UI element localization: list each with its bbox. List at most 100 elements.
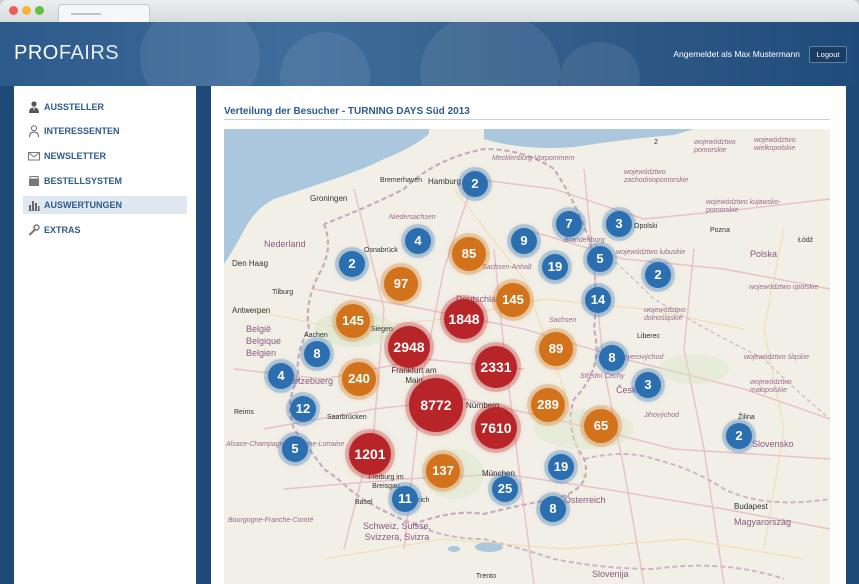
visitor-cluster-marker[interactable]: 65 (584, 409, 618, 443)
visitor-cluster-marker[interactable]: 7610 (475, 407, 517, 449)
map-label-city: Basel (355, 499, 373, 506)
envelope-icon (28, 152, 40, 161)
visitor-cluster-marker[interactable]: 8 (304, 341, 330, 367)
map-label-country: Österreich (564, 495, 606, 505)
map-label-region: Sachsen (549, 317, 577, 324)
visitor-cluster-marker[interactable]: 2331 (475, 346, 517, 388)
sidebar-item-interessenten[interactable]: INTERESSENTEN (23, 122, 187, 140)
visitor-cluster-marker[interactable]: 2948 (388, 326, 430, 368)
visitor-cluster-marker[interactable]: 1201 (349, 433, 391, 475)
sidebar-item-label: INTERESSENTEN (44, 126, 120, 136)
logo-pro: PRO (14, 42, 59, 64)
visitor-cluster-marker[interactable]: 289 (531, 388, 565, 422)
map-label-region: województwo kujawsko-pomorskie (706, 199, 781, 214)
visitor-cluster-marker[interactable]: 85 (452, 237, 486, 271)
visitor-cluster-marker[interactable]: 145 (496, 283, 530, 317)
sidebar-item-extras[interactable]: EXTRAS (23, 221, 187, 239)
visitor-cluster-marker[interactable]: 1848 (444, 299, 484, 339)
logout-button[interactable]: Logout (809, 46, 847, 63)
visitor-cluster-marker[interactable]: 14 (585, 287, 611, 313)
map-label-country: Belgien (246, 348, 277, 358)
profairs-logo[interactable]: PROFAIRS (14, 42, 119, 65)
map-label-country: Slovenija (592, 569, 629, 579)
visitor-cluster-marker[interactable]: 145 (336, 304, 370, 338)
visitor-cluster-marker[interactable]: 8772 (409, 378, 463, 432)
map-label-city: Den Haag (232, 259, 269, 268)
visitor-cluster-marker[interactable]: 2 (339, 251, 365, 277)
map-label-region: województwo małopolskie (750, 379, 792, 394)
user-outline-icon (29, 125, 39, 138)
map-label-region: województwo śląskie (744, 354, 809, 361)
visitor-cluster-marker[interactable]: 8 (540, 496, 566, 522)
map-label-region: województwo opolskie (749, 284, 819, 291)
map-label-region: Niedersachsen (389, 214, 436, 221)
header-photo-shape (280, 32, 370, 86)
visitor-cluster-marker[interactable]: 12 (290, 396, 316, 422)
visitor-cluster-marker[interactable]: 240 (342, 362, 376, 396)
map-label-city: Trento (476, 573, 496, 580)
sidebar-item-auswertungen[interactable]: AUSWERTUNGEN (23, 196, 187, 214)
sidebar-item-aussteller[interactable]: AUSSTELLER (23, 98, 187, 116)
visitor-cluster-marker[interactable]: 5 (587, 246, 613, 272)
browser-tab[interactable] (58, 4, 150, 23)
visitor-cluster-marker[interactable]: 5 (282, 436, 308, 462)
tab-placeholder (71, 13, 101, 15)
visitor-cluster-marker[interactable]: 9 (511, 228, 537, 254)
visitor-cluster-marker[interactable]: 3 (635, 372, 661, 398)
map-label-city: Reims (234, 409, 254, 416)
close-window-icon[interactable] (9, 6, 18, 15)
header-photo-shape (420, 22, 560, 86)
minimize-window-icon[interactable] (22, 6, 31, 15)
sidebar-item-label: NEWSLETTER (44, 151, 106, 161)
map-label-country: Lëtzebuerg (288, 376, 334, 386)
cart-icon (29, 176, 39, 186)
visitor-cluster-marker[interactable]: 4 (268, 363, 294, 389)
map-label-region: Mecklenburg-Vorpommern (492, 155, 575, 162)
sidebar: AUSSTELLER INTERESSENTEN NEWSLETTER BEST… (14, 86, 196, 584)
visitor-cluster-marker[interactable]: 3 (606, 211, 632, 237)
visitor-cluster-marker[interactable]: 137 (426, 454, 460, 488)
visitor-cluster-marker[interactable]: 2 (645, 262, 671, 288)
map-label-city: Žilina (738, 414, 755, 421)
page-title: Verteilung der Besucher - TURNING DAYS S… (224, 106, 470, 117)
header-photo-shape (140, 22, 260, 86)
title-divider (224, 119, 830, 120)
visitor-cluster-marker[interactable]: 11 (392, 486, 418, 512)
map-label-city: Opolski (634, 223, 658, 230)
main-content: Verteilung der Besucher - TURNING DAYS S… (211, 86, 846, 584)
map-label-country: Belgique (246, 336, 282, 346)
map-label-city: Antwerpen (232, 306, 271, 315)
visitor-cluster-marker[interactable]: 8 (599, 345, 625, 371)
map-label-city: Siegen (371, 326, 393, 333)
map-label-city: Aachen (304, 332, 328, 339)
map-label-city: Liberec (637, 333, 660, 340)
visitor-cluster-marker[interactable]: 4 (405, 228, 431, 254)
visitor-cluster-marker[interactable]: 19 (542, 254, 568, 280)
maximize-window-icon[interactable] (35, 6, 44, 15)
map-label-city: Łódź (798, 237, 814, 244)
map-label-region: Brandenburg (564, 237, 605, 244)
map-label-city: Bremerhaven (380, 177, 423, 184)
sidebar-item-label: AUSSTELLER (44, 102, 105, 112)
map-label-country: Schweiz, Suisse, Svizzera, Svizra (362, 521, 432, 542)
map-label-country: Slovensko (752, 439, 794, 449)
map-label-city: Hamburg (428, 177, 461, 186)
visitor-cluster-marker[interactable]: 25 (492, 476, 518, 502)
sidebar-item-newsletter[interactable]: NEWSLETTER (23, 147, 187, 165)
visitor-cluster-marker[interactable]: 97 (384, 267, 418, 301)
map-label-region: Bourgogne-Franche-Comté (228, 517, 314, 524)
map-label-country: Polska (750, 249, 778, 259)
map-label-region: województwo zachodniopomorskie (624, 169, 689, 184)
map-label-city: Osnabrück (364, 247, 398, 254)
browser-window: PROFAIRS Angemeldet als Max Mustermann L… (0, 0, 859, 584)
visitor-map[interactable]: Hamburg Bremerhaven Groningen Nederland … (224, 129, 830, 584)
visitor-cluster-marker[interactable]: 2 (726, 423, 752, 449)
sidebar-item-bestellsystem[interactable]: BESTELLSYSTEM (23, 172, 187, 190)
wrench-icon (29, 224, 40, 236)
visitor-cluster-marker[interactable]: 89 (539, 332, 573, 366)
visitor-cluster-marker[interactable]: 7 (556, 211, 582, 237)
map-label-region: województwo wielkopolskie (754, 137, 796, 152)
header-photo-shape (560, 42, 640, 86)
visitor-cluster-marker[interactable]: 2 (462, 171, 488, 197)
visitor-cluster-marker[interactable]: 19 (548, 454, 574, 480)
